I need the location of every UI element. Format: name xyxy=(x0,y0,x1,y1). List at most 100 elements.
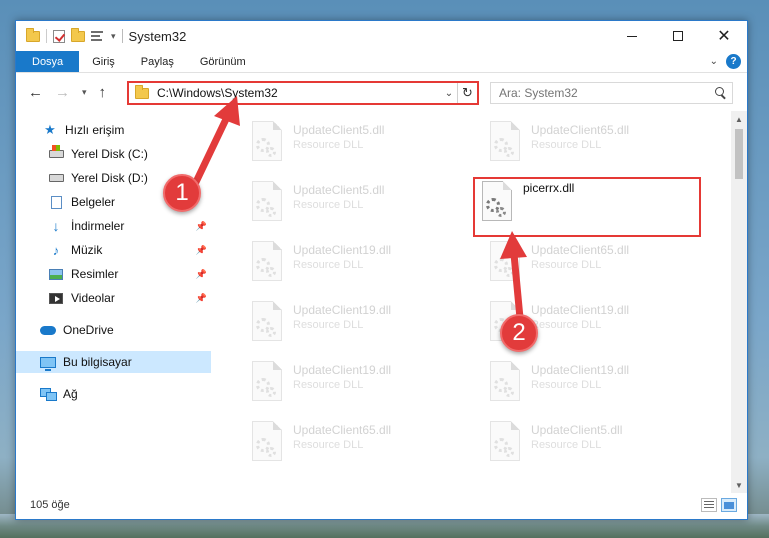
details-view-icon[interactable] xyxy=(701,498,717,512)
file-list: UpdateClient5.dll Resource DLL UpdateClie… xyxy=(211,111,731,493)
refresh-icon[interactable]: ↻ xyxy=(457,83,477,103)
dll-file-icon xyxy=(249,241,285,285)
window-controls: ✕ xyxy=(609,21,747,51)
nav-item-label: OneDrive xyxy=(63,323,114,337)
close-button[interactable]: ✕ xyxy=(701,21,747,51)
search-input[interactable] xyxy=(499,86,710,100)
close-icon: ✕ xyxy=(717,28,731,45)
tab-share[interactable]: Paylaş xyxy=(128,51,187,72)
vertical-scrollbar[interactable]: ▲ ▼ xyxy=(731,111,747,493)
forward-arrow-icon[interactable]: → xyxy=(55,84,70,101)
ribbon-tabs: Dosya Giriş Paylaş Görünüm ⌄ ? xyxy=(16,51,747,73)
nav-item-label: Ağ xyxy=(63,387,78,401)
status-bar: 105 öğe xyxy=(16,491,747,519)
tab-view[interactable]: Görünüm xyxy=(187,51,259,72)
file-name: UpdateClient19.dll xyxy=(531,363,630,377)
file-type: Resource DLL xyxy=(293,139,364,151)
file-type: Resource DLL xyxy=(293,439,364,451)
file-item[interactable]: UpdateClient19.dll Resource DLL xyxy=(477,357,709,413)
search-box[interactable] xyxy=(490,82,733,104)
address-path[interactable]: C:\Windows\System32 xyxy=(157,86,441,100)
minimize-button[interactable] xyxy=(609,21,655,51)
computer-icon xyxy=(40,355,56,371)
tab-file[interactable]: Dosya xyxy=(16,51,80,72)
file-type: Resource DLL xyxy=(531,139,602,151)
tiles-view-icon[interactable] xyxy=(721,498,737,512)
dll-file-icon xyxy=(487,361,523,405)
nav-item-label: Bu bilgisayar xyxy=(63,355,132,369)
recent-locations-chevron-icon[interactable]: ▾ xyxy=(82,87,87,98)
scroll-up-icon[interactable]: ▲ xyxy=(731,111,747,127)
window-title: System32 xyxy=(128,28,187,44)
file-name: UpdateClient5.dll xyxy=(531,423,623,437)
nav-item-quick-access[interactable]: ★ Hızlı erişim xyxy=(16,119,211,141)
pin-icon[interactable]: 📌 xyxy=(196,293,207,304)
nav-item-downloads[interactable]: ↓ İndirmeler 📌 xyxy=(16,215,211,237)
ribbon-right-controls: ⌄ ? xyxy=(710,54,741,69)
tab-home[interactable]: Giriş xyxy=(79,51,128,72)
nav-item-label: Yerel Disk (C:) xyxy=(71,147,148,161)
main-area: ★ Hızlı erişim Yerel Disk (C:) Yerel Dis… xyxy=(16,111,747,493)
nav-item-pictures[interactable]: Resimler 📌 xyxy=(16,263,211,285)
dll-file-icon xyxy=(249,361,285,405)
drive-c-icon xyxy=(48,145,64,161)
address-bar[interactable]: C:\Windows\System32 ⌄ ↻ xyxy=(127,81,479,105)
dll-file-icon xyxy=(487,421,523,465)
nav-item-music[interactable]: ♪ Müzik 📌 xyxy=(16,239,211,261)
view-switcher xyxy=(701,498,737,512)
navigation-pane: ★ Hızlı erişim Yerel Disk (C:) Yerel Dis… xyxy=(16,111,211,493)
file-item[interactable]: UpdateClient5.dll Resource DLL xyxy=(477,417,709,473)
pin-icon[interactable]: 📌 xyxy=(196,269,207,280)
nav-item-label: Müzik xyxy=(71,243,103,257)
properties-list-icon[interactable] xyxy=(91,30,105,42)
nav-item-this-pc[interactable]: Bu bilgisayar xyxy=(16,351,211,373)
drive-d-icon xyxy=(48,171,64,185)
scroll-thumb[interactable] xyxy=(735,129,743,179)
download-icon: ↓ xyxy=(52,218,60,234)
file-item[interactable]: UpdateClient19.dll Resource DLL xyxy=(239,297,471,353)
dll-file-icon xyxy=(249,301,285,345)
navigation-buttons: ← → ▾ ↑ xyxy=(16,84,106,101)
customize-toolbar-chevron-icon[interactable]: ▾ xyxy=(111,31,116,42)
dll-file-icon xyxy=(487,241,523,285)
file-name: UpdateClient65.dll xyxy=(293,423,392,437)
help-icon[interactable]: ? xyxy=(726,54,741,69)
nav-item-videos[interactable]: Videolar 📌 xyxy=(16,287,211,309)
nav-item-label: İndirmeler xyxy=(71,219,125,233)
file-item[interactable]: UpdateClient5.dll Resource DLL xyxy=(239,177,471,233)
nav-item-network[interactable]: Ağ xyxy=(16,383,211,405)
dll-file-icon xyxy=(249,421,285,465)
music-icon: ♪ xyxy=(52,242,60,258)
nav-item-onedrive[interactable]: OneDrive xyxy=(16,319,211,341)
address-folder-icon xyxy=(135,84,149,99)
maximize-button[interactable] xyxy=(655,21,701,51)
back-arrow-icon[interactable]: ← xyxy=(28,84,43,101)
up-arrow-icon[interactable]: ↑ xyxy=(99,84,107,101)
file-item[interactable]: UpdateClient5.dll Resource DLL xyxy=(239,117,471,173)
file-item[interactable]: UpdateClient19.dll Resource DLL xyxy=(239,237,471,293)
file-item[interactable]: UpdateClient65.dll Resource DLL xyxy=(477,117,709,173)
properties-check-icon[interactable] xyxy=(53,29,65,43)
file-type: Resource DLL xyxy=(293,259,364,271)
expand-ribbon-chevron-icon[interactable]: ⌄ xyxy=(710,56,718,67)
toolbar-divider xyxy=(46,29,47,43)
file-item[interactable]: UpdateClient19.dll Resource DLL xyxy=(239,357,471,413)
new-folder-icon[interactable] xyxy=(71,27,85,42)
nav-item-label: Hızlı erişim xyxy=(65,123,125,137)
file-item[interactable]: UpdateClient65.dll Resource DLL xyxy=(239,417,471,473)
pin-icon[interactable]: 📌 xyxy=(196,245,207,256)
file-name: picerrx.dll xyxy=(523,181,575,195)
file-item-picerrx[interactable]: picerrx.dll xyxy=(473,177,701,237)
title-divider xyxy=(121,29,123,43)
nav-item-label: Videolar xyxy=(71,291,115,305)
search-icon[interactable] xyxy=(710,83,732,103)
title-bar: ▾ System32 ✕ xyxy=(16,21,747,51)
dll-file-icon xyxy=(249,121,285,165)
nav-item-drive-c[interactable]: Yerel Disk (C:) xyxy=(16,143,211,165)
file-type: Resource DLL xyxy=(293,319,364,331)
file-name: UpdateClient19.dll xyxy=(293,243,392,257)
pin-icon[interactable]: 📌 xyxy=(196,221,207,232)
file-item[interactable]: UpdateClient65.dll Resource DLL xyxy=(477,237,709,293)
folder-icon xyxy=(26,27,40,42)
address-dropdown-chevron-icon[interactable]: ⌄ xyxy=(441,88,457,99)
